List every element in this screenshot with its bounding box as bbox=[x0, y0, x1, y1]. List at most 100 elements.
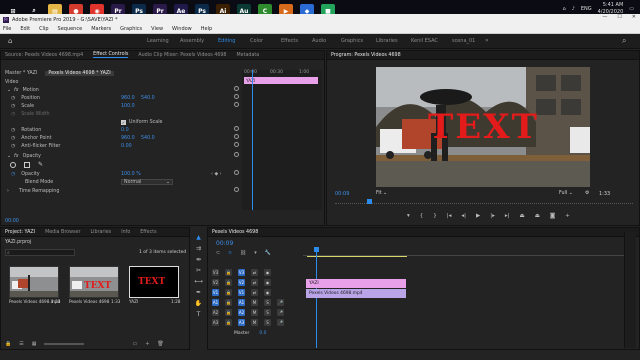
lock-icon[interactable]: 🔒 bbox=[225, 269, 232, 276]
track-select-icon[interactable]: ⇉ bbox=[195, 245, 202, 252]
list-view-icon[interactable]: ☰ bbox=[19, 341, 23, 347]
linked-selection-icon[interactable]: ⛓ bbox=[240, 250, 246, 256]
stopwatch-icon[interactable]: ◷ bbox=[11, 104, 15, 109]
lock-icon[interactable]: 🔒 bbox=[225, 319, 232, 326]
notification-icon[interactable]: ▭ bbox=[629, 6, 634, 12]
eye-icon[interactable]: ◉ bbox=[264, 289, 271, 296]
timeline-playhead[interactable] bbox=[316, 248, 317, 348]
extract-icon[interactable]: ⏏ bbox=[535, 213, 540, 219]
motion-row[interactable]: ⌄ fx Motion bbox=[7, 86, 39, 94]
reset-icon[interactable] bbox=[234, 170, 239, 175]
go-to-in-icon[interactable]: |◂ bbox=[447, 213, 452, 219]
position-x-value[interactable]: 960.0 bbox=[121, 96, 135, 101]
anchor-y-value[interactable]: 540.0 bbox=[141, 136, 155, 141]
collapse-arrow-icon[interactable]: › bbox=[7, 189, 9, 194]
track-name-v1[interactable]: V1 bbox=[238, 289, 245, 296]
program-playhead[interactable] bbox=[367, 199, 372, 204]
icon-view-icon[interactable]: ▦ bbox=[32, 341, 37, 347]
tab-program[interactable]: Program: Pexels Videos 4698 bbox=[331, 53, 401, 58]
menu-view[interactable]: View bbox=[151, 26, 163, 32]
ellipse-mask-icon[interactable] bbox=[10, 161, 16, 168]
master-volume[interactable]: 0.0 bbox=[259, 331, 266, 336]
workspace-sosna[interactable]: sosna_01 bbox=[452, 38, 475, 44]
blend-mode-dropdown[interactable]: Normal ⌄ bbox=[121, 179, 173, 185]
export-frame-icon[interactable]: ◙ bbox=[550, 213, 555, 219]
project-item-thumb-0[interactable] bbox=[9, 266, 59, 298]
pen-tool-icon[interactable]: ✒ bbox=[195, 289, 202, 296]
solo-icon[interactable]: S bbox=[264, 299, 271, 306]
lock-icon[interactable]: 🔒 bbox=[225, 279, 232, 286]
menu-help[interactable]: Help bbox=[201, 26, 212, 32]
clip-v1[interactable]: Pexels Videos 4698.mp4 bbox=[306, 289, 406, 298]
time-remap-row[interactable]: › Time Remapping bbox=[7, 187, 59, 195]
search-icon[interactable]: ⌕ bbox=[622, 36, 626, 46]
program-video-frame[interactable]: TEXT bbox=[376, 67, 590, 187]
voiceover-mic-icon[interactable]: 🎤 bbox=[277, 319, 284, 326]
voiceover-mic-icon[interactable]: 🎤 bbox=[277, 299, 284, 306]
sync-lock-icon[interactable]: ⇄ bbox=[251, 289, 258, 296]
menu-markers[interactable]: Markers bbox=[91, 26, 111, 32]
clip-selector[interactable]: Pexels Videos 4698 * YAZI bbox=[45, 70, 114, 76]
menu-graphics[interactable]: Graphics bbox=[120, 26, 142, 32]
workspace-libraries[interactable]: Libraries bbox=[376, 38, 398, 44]
new-item-icon[interactable]: + bbox=[145, 341, 149, 347]
mark-in-icon[interactable]: { bbox=[420, 213, 424, 219]
button-editor-icon[interactable]: + bbox=[565, 213, 570, 219]
rotation-value[interactable]: 0.0 bbox=[121, 128, 129, 133]
mini-clip-bar[interactable]: YAZI bbox=[244, 77, 318, 84]
reset-icon[interactable] bbox=[234, 126, 239, 131]
language-indicator[interactable]: ENG bbox=[581, 6, 592, 12]
master-label[interactable]: Master * YAZI bbox=[5, 71, 37, 76]
stopwatch-icon[interactable]: ◷ bbox=[11, 96, 15, 101]
reset-icon[interactable] bbox=[234, 86, 239, 91]
flicker-value[interactable]: 0.00 bbox=[121, 144, 132, 149]
network-icon[interactable]: ⌂ bbox=[562, 6, 565, 12]
add-marker-icon[interactable]: ▾ bbox=[407, 213, 410, 219]
effect-timecode[interactable]: 00:00 bbox=[5, 219, 19, 224]
step-forward-icon[interactable]: |▸ bbox=[490, 213, 495, 219]
track-name-v2[interactable]: V2 bbox=[238, 279, 245, 286]
voiceover-mic-icon[interactable]: 🎤 bbox=[277, 309, 284, 316]
ripple-edit-icon[interactable]: ⇹ bbox=[195, 256, 202, 263]
collapse-arrow-icon[interactable]: ⌄ bbox=[7, 154, 11, 159]
reset-icon[interactable] bbox=[234, 134, 239, 139]
eye-icon[interactable]: ◉ bbox=[264, 279, 271, 286]
workspace-editing[interactable]: Editing bbox=[218, 38, 235, 44]
nest-icon[interactable]: ⊂ bbox=[216, 250, 220, 256]
solo-icon[interactable]: S bbox=[264, 309, 271, 316]
reset-icon[interactable] bbox=[234, 94, 239, 99]
stopwatch-icon[interactable]: ◷ bbox=[11, 128, 15, 133]
mute-icon[interactable]: M bbox=[251, 319, 258, 326]
rectangle-mask-icon[interactable] bbox=[24, 161, 30, 168]
tab-source[interactable]: Source: Pexels Videos 4698.mp4 bbox=[5, 53, 83, 58]
position-y-value[interactable]: 540.0 bbox=[141, 96, 155, 101]
stopwatch-icon[interactable]: ◷ bbox=[11, 144, 15, 149]
workspace-audio[interactable]: Audio bbox=[312, 38, 326, 44]
mute-icon[interactable]: M bbox=[251, 309, 258, 316]
sync-lock-icon[interactable]: ⇄ bbox=[251, 269, 258, 276]
selection-tool-icon[interactable]: ▲ bbox=[195, 234, 202, 241]
reset-icon[interactable] bbox=[234, 187, 239, 192]
pen-mask-icon[interactable]: ✎ bbox=[38, 161, 43, 168]
slip-tool-icon[interactable]: ⟷ bbox=[194, 278, 203, 285]
collapse-arrow-icon[interactable]: ⌄ bbox=[7, 88, 11, 93]
tab-info[interactable]: Info bbox=[121, 230, 130, 235]
stopwatch-icon[interactable]: ◷ bbox=[11, 172, 15, 177]
uniform-scale-checkbox[interactable]: ✓ bbox=[121, 119, 126, 125]
project-item-thumb-1[interactable]: TEXT bbox=[69, 266, 119, 298]
menu-file[interactable]: File bbox=[3, 26, 11, 32]
play-icon[interactable]: ▶ bbox=[476, 213, 480, 219]
workspace-color[interactable]: Color bbox=[250, 38, 263, 44]
menu-edit[interactable]: Edit bbox=[20, 26, 30, 32]
stopwatch-icon[interactable]: ◷ bbox=[11, 136, 15, 141]
program-scrub-bar[interactable] bbox=[335, 200, 633, 204]
timeline-settings-icon[interactable]: 🔧 bbox=[265, 250, 271, 256]
source-patch-a1[interactable]: A1 bbox=[212, 299, 219, 306]
type-tool-icon[interactable]: T bbox=[195, 311, 202, 318]
lift-icon[interactable]: ⏏ bbox=[520, 213, 525, 219]
menu-clip[interactable]: Clip bbox=[39, 26, 48, 32]
workspace-effects[interactable]: Effects bbox=[281, 38, 298, 44]
maximize-button[interactable]: ☐ bbox=[617, 14, 621, 20]
eye-icon[interactable]: ◉ bbox=[264, 269, 271, 276]
lock-icon[interactable]: 🔒 bbox=[225, 309, 232, 316]
